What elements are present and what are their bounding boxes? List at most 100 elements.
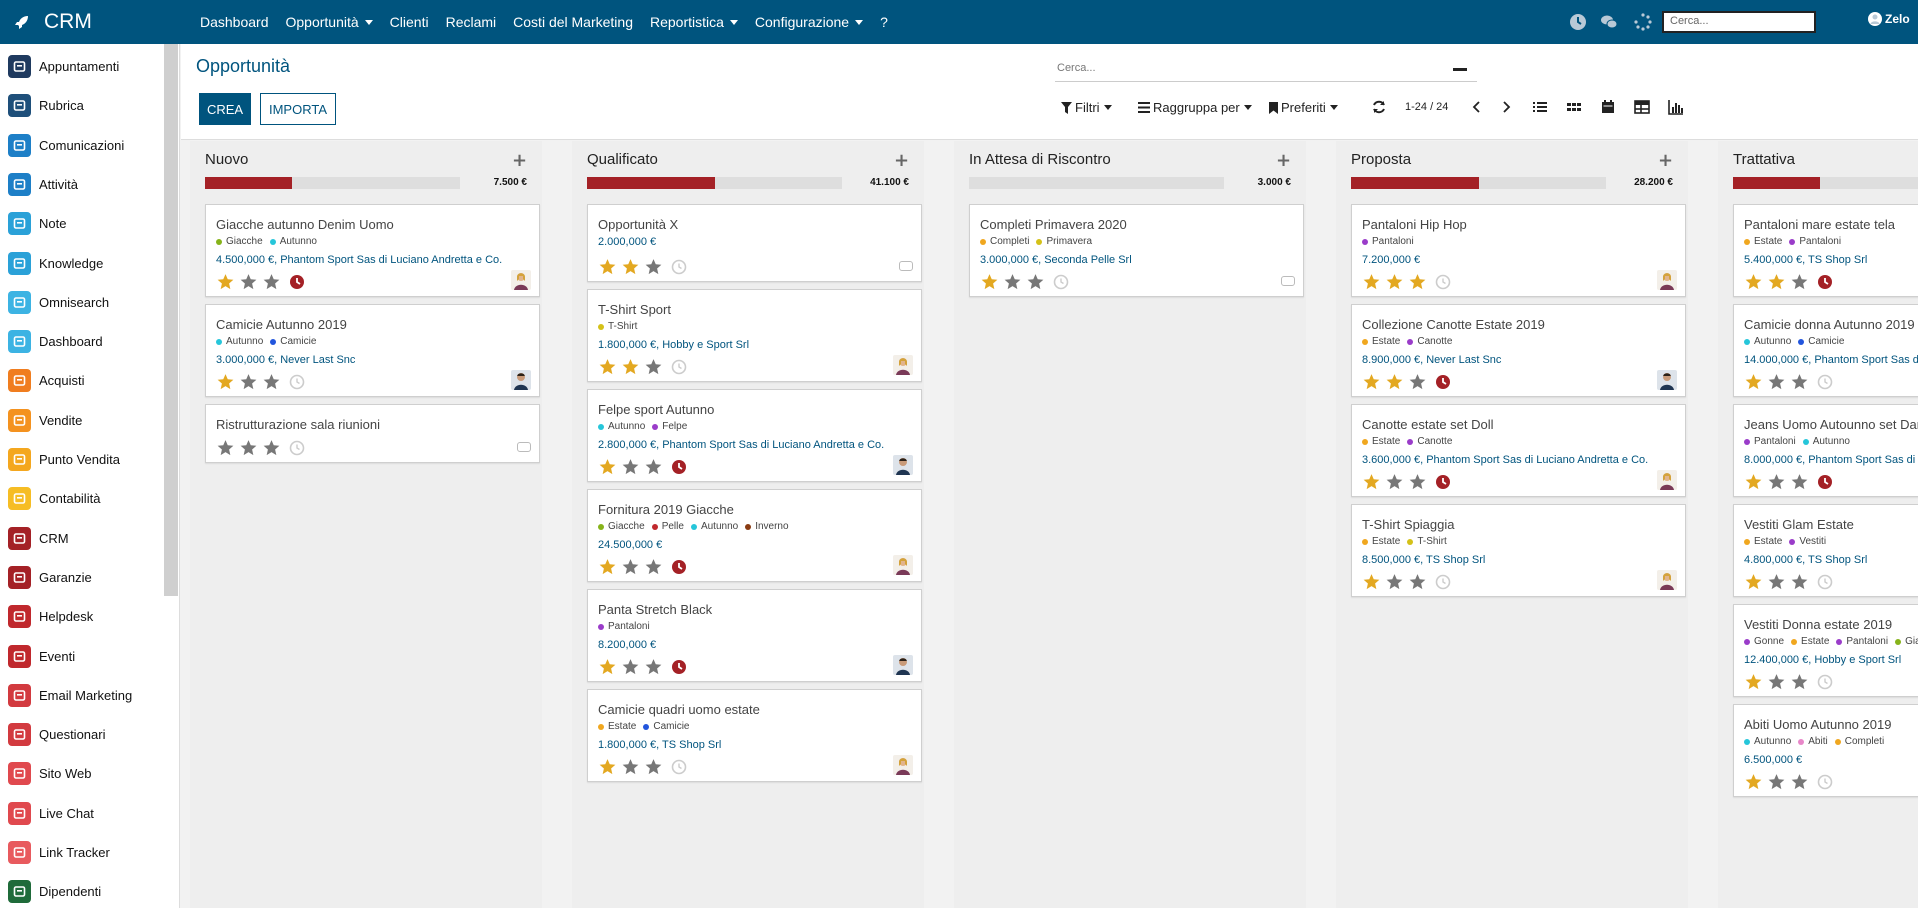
priority-stars[interactable] bbox=[1744, 573, 1837, 591]
opportunity-card[interactable]: Camicie quadri uomo estate Estate Camicie 1… bbox=[587, 689, 922, 782]
opportunity-card[interactable]: Camicie Autunno 2019 Autunno Camicie 3.000,… bbox=[205, 304, 540, 397]
star-empty-icon[interactable] bbox=[644, 558, 663, 576]
sidebar-item-rubrica[interactable]: Rubrica bbox=[0, 86, 165, 125]
star-filled-icon[interactable] bbox=[1744, 773, 1763, 791]
avatar[interactable] bbox=[511, 370, 531, 390]
opportunity-card[interactable]: Jeans Uomo Autounno set Danza Pantaloni Au… bbox=[1733, 404, 1918, 497]
activity-overdue-icon[interactable] bbox=[1817, 274, 1833, 290]
star-filled-icon[interactable] bbox=[1362, 473, 1381, 491]
chevron-left-icon[interactable] bbox=[1469, 99, 1485, 115]
user-menu[interactable]: Zelo bbox=[1868, 12, 1910, 26]
app-brand[interactable]: CRM bbox=[14, 0, 92, 44]
refresh-icon[interactable] bbox=[1371, 99, 1387, 115]
activity-overdue-icon[interactable] bbox=[1435, 474, 1451, 490]
priority-stars[interactable] bbox=[1362, 273, 1455, 291]
column-progress-bar[interactable] bbox=[1351, 177, 1606, 189]
activity-overdue-icon[interactable] bbox=[671, 559, 687, 575]
sidebar-item-dashboard[interactable]: Dashboard bbox=[0, 322, 165, 361]
star-filled-icon[interactable] bbox=[621, 258, 640, 276]
activity-overdue-icon[interactable] bbox=[671, 459, 687, 475]
star-filled-icon[interactable] bbox=[216, 273, 235, 291]
star-filled-icon[interactable] bbox=[1362, 573, 1381, 591]
activity-clock-icon[interactable] bbox=[289, 374, 305, 390]
activity-clock-icon[interactable] bbox=[1817, 674, 1833, 690]
activity-overdue-icon[interactable] bbox=[1817, 474, 1833, 490]
menu-item-7[interactable]: Configurazione bbox=[755, 14, 864, 30]
opportunity-card[interactable]: Giacche autunno Denim Uomo Giacche Autunno… bbox=[205, 204, 540, 297]
star-empty-icon[interactable] bbox=[644, 358, 663, 376]
sidebar-item-eventi[interactable]: Eventi bbox=[0, 637, 165, 676]
column-progress-bar[interactable] bbox=[205, 177, 460, 189]
star-filled-icon[interactable] bbox=[1362, 273, 1381, 291]
star-empty-icon[interactable] bbox=[1026, 273, 1045, 291]
star-filled-icon[interactable] bbox=[621, 358, 640, 376]
loading-icon[interactable] bbox=[1634, 13, 1652, 31]
sidebar-scrollbar[interactable] bbox=[164, 44, 178, 596]
star-empty-icon[interactable] bbox=[1790, 673, 1809, 691]
avatar[interactable] bbox=[511, 270, 531, 290]
opportunity-card[interactable]: Camicie donna Autunno 2019 Autunno Camicie… bbox=[1733, 304, 1918, 397]
menu-item-6[interactable]: Reportistica bbox=[650, 14, 738, 30]
activity-clock-icon[interactable] bbox=[671, 359, 687, 375]
priority-stars[interactable] bbox=[1744, 373, 1837, 391]
sidebar-item-email-marketing[interactable]: Email Marketing bbox=[0, 676, 165, 715]
opportunity-card[interactable]: Abiti Uomo Autunno 2019 Autunno Abiti Compl… bbox=[1733, 704, 1918, 797]
priority-stars[interactable] bbox=[980, 273, 1073, 291]
activity-clock-icon[interactable] bbox=[1817, 574, 1833, 590]
add-card-icon[interactable]: + bbox=[512, 150, 527, 171]
sidebar-item-punto-vendita[interactable]: Punto Vendita bbox=[0, 440, 165, 479]
star-empty-icon[interactable] bbox=[621, 758, 640, 776]
priority-stars[interactable] bbox=[598, 558, 691, 576]
star-empty-icon[interactable] bbox=[644, 658, 663, 676]
pivot-view-icon[interactable] bbox=[1634, 99, 1650, 115]
priority-stars[interactable] bbox=[1744, 673, 1837, 691]
add-card-icon[interactable]: + bbox=[894, 150, 909, 171]
star-filled-icon[interactable] bbox=[598, 558, 617, 576]
star-filled-icon[interactable] bbox=[1385, 373, 1404, 391]
avatar[interactable] bbox=[1657, 570, 1677, 590]
star-filled-icon[interactable] bbox=[1744, 673, 1763, 691]
sidebar-item-questionari[interactable]: Questionari bbox=[0, 715, 165, 754]
star-empty-icon[interactable] bbox=[621, 658, 640, 676]
priority-stars[interactable] bbox=[216, 273, 309, 291]
priority-stars[interactable] bbox=[1362, 373, 1455, 391]
star-empty-icon[interactable] bbox=[1385, 573, 1404, 591]
activity-clock-icon[interactable] bbox=[671, 759, 687, 775]
avatar[interactable] bbox=[1657, 270, 1677, 290]
star-filled-icon[interactable] bbox=[980, 273, 999, 291]
activity-clock-icon[interactable] bbox=[671, 259, 687, 275]
star-filled-icon[interactable] bbox=[1744, 573, 1763, 591]
sidebar-item-vendite[interactable]: Vendite bbox=[0, 401, 165, 440]
search-input[interactable]: Cerca... bbox=[1055, 58, 1477, 82]
calendar-view-icon[interactable] bbox=[1600, 99, 1616, 115]
activity-overdue-icon[interactable] bbox=[1435, 374, 1451, 390]
priority-stars[interactable] bbox=[598, 758, 691, 776]
opportunity-card[interactable]: Vestiti Donna estate 2019 Gonne Estate Pant… bbox=[1733, 604, 1918, 697]
opportunity-card[interactable]: Felpe sport Autunno Autunno Felpe 2.800,000… bbox=[587, 389, 922, 482]
star-empty-icon[interactable] bbox=[1790, 373, 1809, 391]
star-empty-icon[interactable] bbox=[1767, 373, 1786, 391]
opportunity-card[interactable]: Collezione Canotte Estate 2019 Estate Cano… bbox=[1351, 304, 1686, 397]
opportunity-card[interactable]: Canotte estate set Doll Estate Canotte 3.60… bbox=[1351, 404, 1686, 497]
star-empty-icon[interactable] bbox=[262, 439, 281, 457]
sidebar-item-link-tracker[interactable]: Link Tracker bbox=[0, 833, 165, 872]
priority-stars[interactable] bbox=[1744, 473, 1837, 491]
star-filled-icon[interactable] bbox=[598, 658, 617, 676]
opportunity-card[interactable]: Fornitura 2019 Giacche Giacche Pelle Autunn… bbox=[587, 489, 922, 582]
sidebar-item-note[interactable]: Note bbox=[0, 204, 165, 243]
star-empty-icon[interactable] bbox=[1790, 573, 1809, 591]
priority-stars[interactable] bbox=[1744, 273, 1837, 291]
star-filled-icon[interactable] bbox=[598, 458, 617, 476]
column-title[interactable]: Qualificato bbox=[587, 151, 658, 168]
graph-view-icon[interactable] bbox=[1668, 99, 1684, 115]
activity-clock-icon[interactable] bbox=[1435, 274, 1451, 290]
avatar[interactable] bbox=[893, 655, 913, 675]
star-empty-icon[interactable] bbox=[621, 558, 640, 576]
sidebar-item-garanzie[interactable]: Garanzie bbox=[0, 558, 165, 597]
avatar-placeholder-icon[interactable] bbox=[517, 442, 531, 452]
star-empty-icon[interactable] bbox=[621, 458, 640, 476]
column-progress-bar[interactable] bbox=[1733, 177, 1918, 189]
avatar[interactable] bbox=[1657, 470, 1677, 490]
star-empty-icon[interactable] bbox=[1767, 673, 1786, 691]
activity-clock-icon[interactable] bbox=[1435, 574, 1451, 590]
